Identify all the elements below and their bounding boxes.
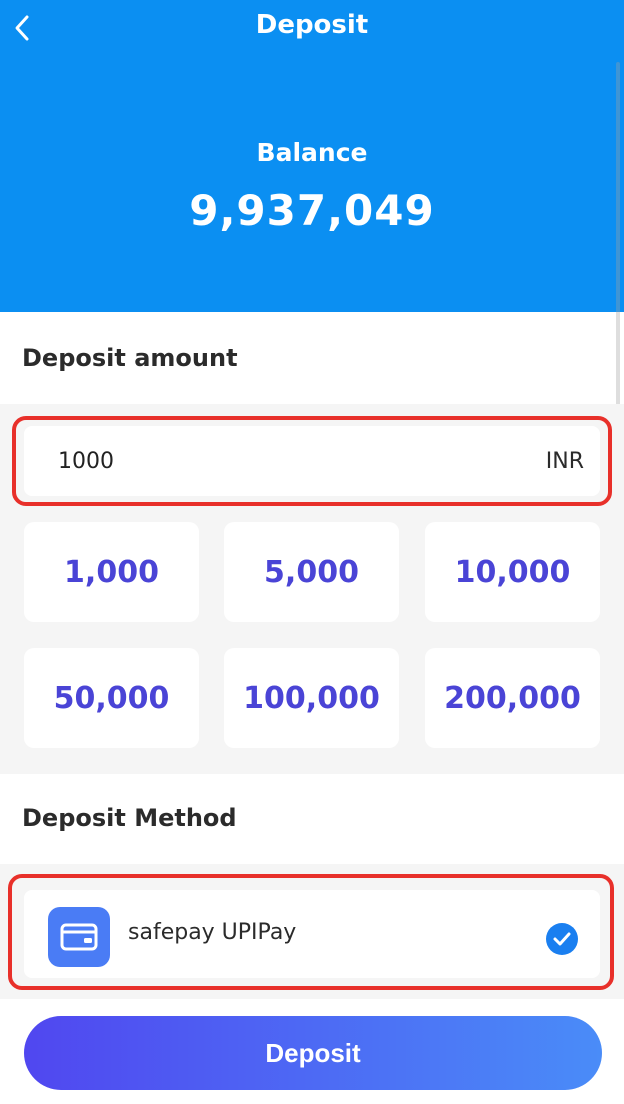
deposit-amount-title: Deposit amount (22, 344, 238, 372)
deposit-button[interactable]: Deposit (24, 1016, 602, 1090)
payment-method-name: safepay UPIPay (128, 920, 297, 945)
balance-value: 9,937,049 (189, 186, 435, 235)
preset-amount-button[interactable]: 10,000 (425, 522, 600, 622)
payment-method-option[interactable] (24, 890, 600, 978)
deposit-method-title: Deposit Method (22, 804, 237, 832)
amount-input-field[interactable]: INR (24, 426, 600, 496)
preset-amount-button[interactable]: 1,000 (24, 522, 199, 622)
preset-amount-button[interactable]: 200,000 (425, 648, 600, 748)
preset-amount-button[interactable]: 5,000 (224, 522, 399, 622)
preset-amount-button[interactable]: 50,000 (24, 648, 199, 748)
page-title: Deposit (255, 10, 369, 40)
wallet-icon (48, 907, 110, 967)
balance-label: Balance (256, 138, 368, 167)
preset-amount-button[interactable]: 100,000 (224, 648, 399, 748)
currency-label: INR (545, 448, 584, 474)
check-icon[interactable] (546, 923, 578, 955)
header-banner: Deposit Balance 9,937,049 (0, 0, 624, 312)
amount-input[interactable] (58, 448, 458, 474)
